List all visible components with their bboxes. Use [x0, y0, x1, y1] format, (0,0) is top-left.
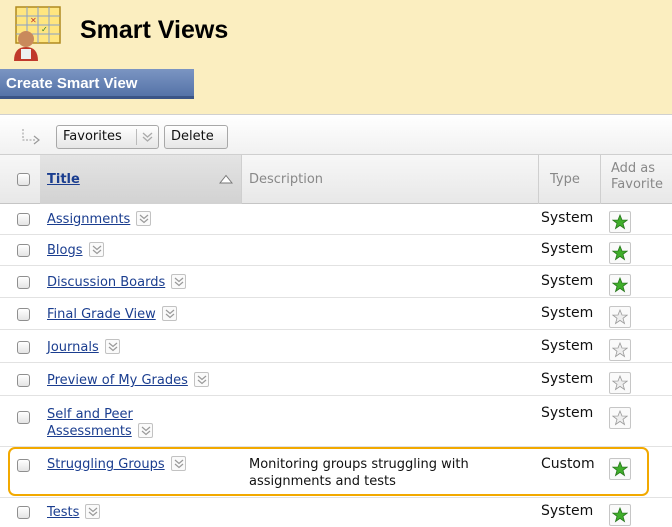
smart-view-title-link[interactable]: Preview of My Grades	[47, 372, 209, 389]
description-column-header: Description	[249, 172, 324, 187]
type-cell: System	[541, 405, 594, 421]
options-menu-icon[interactable]	[104, 339, 120, 354]
row-checkbox[interactable]	[17, 308, 30, 321]
type-cell: System	[541, 210, 594, 226]
favorite-star-icon[interactable]	[609, 504, 631, 526]
favorites-button[interactable]: Favorites	[56, 125, 159, 149]
chevron-down-icon[interactable]	[141, 130, 154, 144]
favorite-star-icon[interactable]	[609, 407, 631, 429]
favorites-label: Favorites	[63, 129, 122, 144]
table-row: Self and Peer Assessments System	[0, 396, 672, 446]
options-menu-icon[interactable]	[136, 211, 152, 226]
favorite-star-icon[interactable]	[609, 211, 631, 233]
page-title: Smart Views	[80, 16, 229, 44]
table-row: Discussion Boards System	[0, 266, 672, 297]
create-smart-view-button[interactable]: Create Smart View	[0, 69, 194, 99]
options-menu-icon[interactable]	[85, 504, 101, 519]
table-row: Blogs System	[0, 235, 672, 265]
smart-view-title-link[interactable]: Final Grade View	[47, 306, 177, 323]
action-toolbar: Favorites Delete	[0, 114, 672, 154]
options-menu-icon[interactable]	[193, 372, 209, 387]
row-checkbox[interactable]	[17, 276, 30, 289]
smart-view-title-link[interactable]: Discussion Boards	[47, 274, 187, 291]
table-header: Title Description Type Add as Favorite	[0, 154, 672, 204]
smart-view-title-link[interactable]: Tests	[47, 504, 101, 521]
smart-views-gradebook-icon: ✕ ✓	[14, 6, 61, 61]
row-checkbox[interactable]	[17, 374, 30, 387]
options-menu-icon[interactable]	[161, 306, 177, 321]
page-header: ✕ ✓ Smart Views Create Smart View	[0, 0, 672, 114]
type-cell: System	[541, 338, 594, 354]
table-row: Assignments System	[0, 204, 672, 234]
sort-ascending-icon[interactable]	[219, 174, 233, 184]
column-divider	[241, 155, 242, 204]
options-menu-icon[interactable]	[88, 242, 104, 257]
smart-view-title-link[interactable]: Self and Peer Assessments	[47, 406, 153, 440]
svg-text:✓: ✓	[41, 25, 48, 34]
favorite-header-line2: Favorite	[611, 177, 663, 192]
type-column-header: Type	[550, 172, 580, 187]
type-cell: System	[541, 305, 594, 321]
svg-text:✕: ✕	[30, 16, 37, 25]
row-checkbox[interactable]	[17, 506, 30, 519]
options-menu-icon[interactable]	[171, 274, 187, 289]
title-column-header[interactable]: Title	[47, 172, 80, 187]
type-cell: System	[541, 241, 594, 257]
row-checkbox[interactable]	[17, 244, 30, 257]
favorite-star-icon[interactable]	[609, 339, 631, 361]
favorite-star-icon[interactable]	[609, 242, 631, 264]
table-row: Journals System	[0, 330, 672, 362]
highlight-callout-box	[8, 447, 649, 496]
favorite-star-icon[interactable]	[609, 306, 631, 328]
arrow-right-icon	[22, 129, 40, 145]
type-cell: System	[541, 503, 594, 519]
favorite-header-line1: Add as	[611, 161, 656, 176]
favorite-star-icon[interactable]	[609, 372, 631, 394]
row-checkbox[interactable]	[17, 213, 30, 226]
button-separator	[136, 129, 137, 145]
table-row: Tests System	[0, 498, 672, 527]
favorite-column-header: Add as Favorite	[611, 161, 663, 193]
table-row: Preview of My Grades System	[0, 363, 672, 395]
favorite-star-icon[interactable]	[609, 274, 631, 296]
delete-button[interactable]: Delete	[164, 125, 228, 149]
type-cell: System	[541, 273, 594, 289]
type-cell: System	[541, 371, 594, 387]
smart-view-title-link[interactable]: Blogs	[47, 242, 104, 259]
select-all-checkbox[interactable]	[17, 173, 30, 186]
column-divider	[600, 155, 601, 204]
table-row: Final Grade View System	[0, 298, 672, 329]
row-checkbox[interactable]	[17, 341, 30, 354]
row-checkbox[interactable]	[17, 411, 30, 424]
options-menu-icon[interactable]	[137, 423, 153, 438]
smart-view-title-link[interactable]: Assignments	[47, 211, 152, 228]
smart-view-title-link[interactable]: Journals	[47, 339, 120, 356]
column-divider	[538, 155, 539, 204]
